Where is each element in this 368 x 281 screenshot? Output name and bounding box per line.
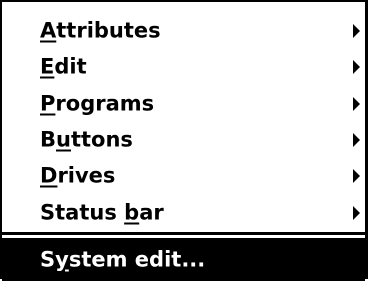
menu-item-drives[interactable]: Drives (2, 157, 365, 194)
menu-item-edit[interactable]: Edit (2, 48, 365, 85)
menu-item-label: Programs (40, 91, 155, 115)
context-menu: Attributes Edit Programs Buttons Drives … (0, 0, 368, 281)
submenu-arrow-icon (353, 132, 360, 147)
menu-item-label: Status bar (40, 200, 164, 224)
menu-item-label: Buttons (40, 127, 133, 151)
menu-separator (2, 232, 365, 235)
submenu-arrow-icon (353, 96, 360, 111)
menu-item-buttons[interactable]: Buttons (2, 121, 365, 158)
menu-item-label: Attributes (40, 18, 161, 42)
menu-item-label: Edit (40, 54, 87, 78)
menu-item-attributes[interactable]: Attributes (2, 12, 365, 49)
submenu-arrow-icon (353, 205, 360, 220)
submenu-arrow-icon (353, 59, 360, 74)
submenu-arrow-icon (353, 168, 360, 183)
menu-item-label: Drives (40, 163, 116, 187)
submenu-arrow-icon (353, 23, 360, 38)
menu-item-label: System edit... (40, 247, 206, 271)
menu-item-system-edit[interactable]: System edit... (2, 238, 365, 281)
menu-item-programs[interactable]: Programs (2, 85, 365, 122)
menu-item-status-bar[interactable]: Status bar (2, 194, 365, 231)
